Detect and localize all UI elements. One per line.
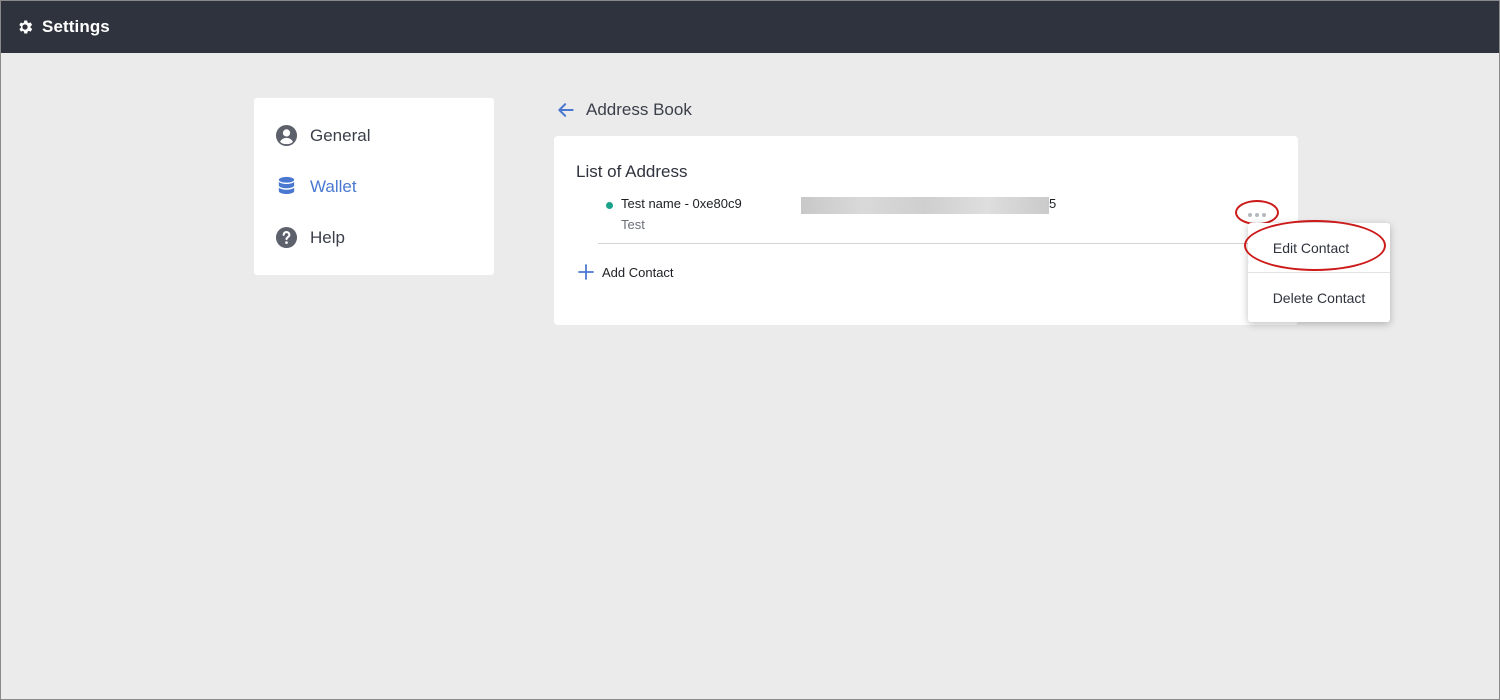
add-contact-label: Add Contact xyxy=(602,264,674,280)
question-circle-icon xyxy=(275,226,298,249)
list-item[interactable]: Test name - 0xe80c9 5 Test xyxy=(598,194,1258,244)
contact-name-address: Test name - 0xe80c9 xyxy=(621,196,742,211)
database-icon xyxy=(275,175,298,198)
page-header: Address Book xyxy=(556,98,692,122)
app-window: Settings General Wallet Help Address Boo… xyxy=(0,0,1500,700)
page-title: Address Book xyxy=(586,100,692,119)
more-dot-icon xyxy=(1255,213,1259,217)
sidebar-item-general[interactable]: General xyxy=(254,110,494,161)
plus-icon xyxy=(578,264,594,280)
menu-item-label: Delete Contact xyxy=(1272,289,1366,306)
top-bar: Settings xyxy=(1,1,1499,53)
redacted-address xyxy=(801,197,1049,214)
delete-contact-menu-item[interactable]: Delete Contact xyxy=(1248,273,1390,322)
add-contact-button[interactable]: Add Contact xyxy=(578,264,674,280)
sidebar-item-label: General xyxy=(310,125,371,145)
address-book-card: List of Address Test name - 0xe80c9 5 Te… xyxy=(554,136,1298,325)
gear-icon xyxy=(16,18,34,36)
sidebar-item-wallet[interactable]: Wallet xyxy=(254,161,494,212)
settings-sidebar: General Wallet Help xyxy=(254,98,494,275)
arrow-left-icon[interactable] xyxy=(556,100,576,120)
more-dot-icon xyxy=(1262,213,1266,217)
more-dot-icon xyxy=(1248,213,1252,217)
contact-note: Test xyxy=(621,217,645,232)
app-title: Settings xyxy=(42,17,110,36)
sidebar-item-label: Wallet xyxy=(310,176,357,196)
sidebar-item-label: Help xyxy=(310,227,345,247)
more-options-button[interactable] xyxy=(1240,206,1274,224)
sidebar-item-help[interactable]: Help xyxy=(254,212,494,263)
status-dot xyxy=(606,202,613,209)
user-circle-icon xyxy=(275,124,298,147)
list-title: List of Address xyxy=(576,162,688,181)
context-menu: Edit Contact Delete Contact xyxy=(1248,223,1390,322)
menu-item-label: Edit Contact xyxy=(1272,239,1350,256)
contact-address-tail: 5 xyxy=(1049,196,1057,211)
edit-contact-menu-item[interactable]: Edit Contact xyxy=(1248,223,1390,273)
